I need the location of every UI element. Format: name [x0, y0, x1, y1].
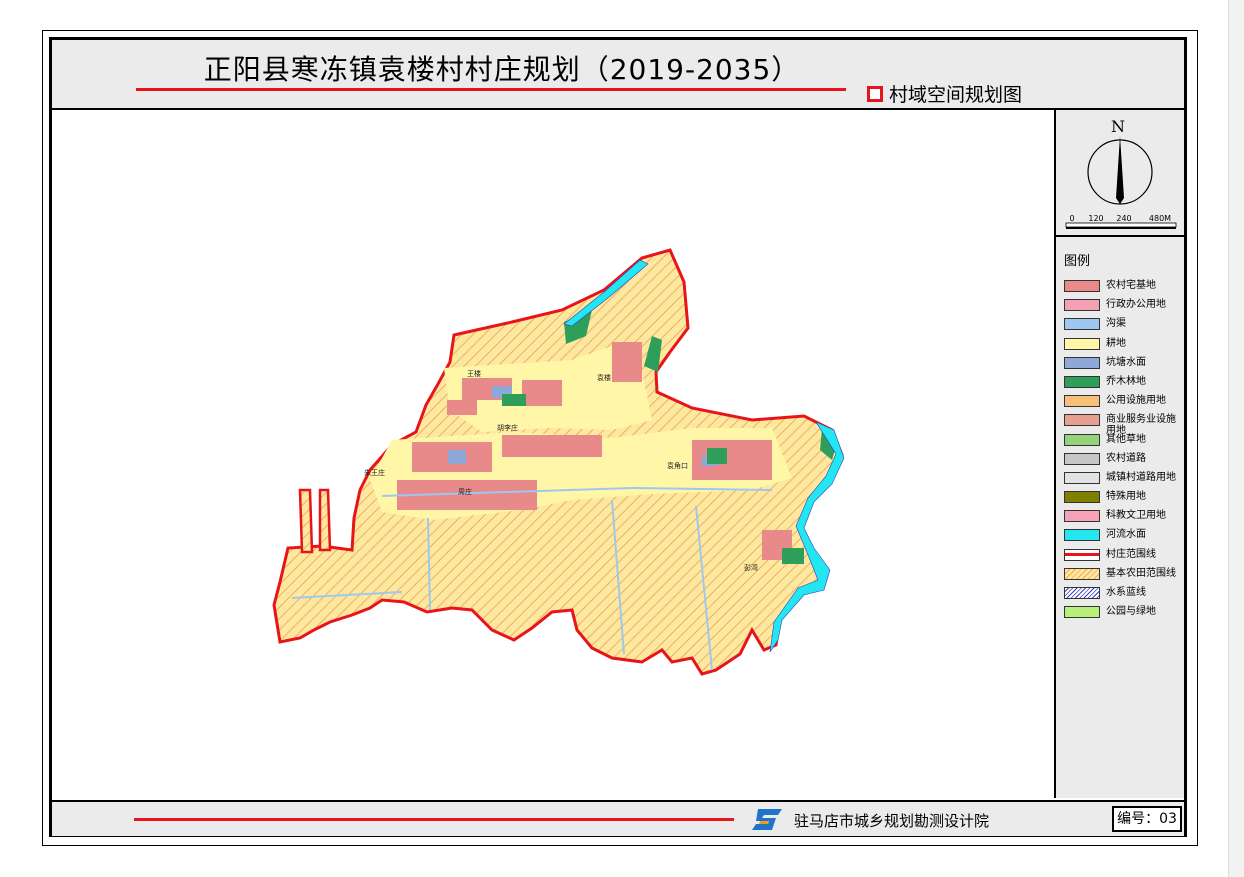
place-label-zhouzhuang: 周庄	[458, 487, 472, 496]
legend-label: 农村宅基地	[1106, 280, 1156, 291]
legend-item: 沟渠	[1062, 316, 1184, 335]
legend-item: 农村道路	[1062, 451, 1184, 470]
legend-label: 坑塘水面	[1106, 356, 1146, 368]
legend-item: 科教文卫用地	[1062, 508, 1184, 527]
footer-line	[134, 818, 734, 821]
map-subtitle: 村域空间规划图	[867, 80, 1022, 107]
map-canvas: 王楼 袁楼 胡李庄 朱王庄 周庄 袁角口 彭湾	[52, 110, 1054, 798]
legend-item: 乔木林地	[1062, 374, 1184, 393]
legend-swatch	[1064, 606, 1100, 619]
north-arrow-icon	[1116, 136, 1124, 204]
legend-swatch	[1064, 337, 1100, 350]
legend-item: 公园与绿地	[1062, 604, 1184, 623]
legend-item: 行政办公用地	[1062, 297, 1184, 316]
org-name: 驻马店市城乡规划勘测设计院	[794, 812, 990, 830]
legend-swatch	[1064, 548, 1100, 561]
north-label: N	[1111, 117, 1125, 136]
legend-item: 基本农田范围线	[1062, 566, 1184, 585]
sheet-number: 编号：03	[1112, 806, 1182, 832]
legend-swatch	[1064, 529, 1100, 542]
legend-item: 农村宅基地	[1062, 278, 1184, 297]
legend-label: 城镇村道路用地	[1106, 471, 1176, 483]
legend-item: 公用设施用地	[1062, 393, 1184, 412]
legend-swatch	[1064, 491, 1100, 504]
scale-bar-box	[1065, 222, 1177, 228]
legend-label: 沟渠	[1106, 318, 1126, 330]
compass-svg: N 0 120 240 480M	[1065, 117, 1177, 229]
scale-label-480: 480M	[1149, 214, 1171, 223]
legend-label: 公园与绿地	[1106, 606, 1156, 618]
west-strip-1	[298, 488, 314, 554]
org-logo-icon	[752, 809, 782, 830]
legend-swatch	[1064, 375, 1100, 388]
legend-label: 基本农田范围线	[1106, 567, 1176, 579]
legend-label: 耕地	[1106, 337, 1126, 349]
legend-item: 城镇村道路用地	[1062, 470, 1184, 489]
legend-swatch	[1064, 280, 1100, 292]
legend-label: 科教文卫用地	[1106, 510, 1166, 522]
legend-label: 农村道路	[1106, 452, 1146, 464]
legend-label: 村庄范围线	[1106, 548, 1156, 560]
legend-list: 农村宅基地行政办公用地 沟渠耕地坑塘水面乔木林地公用设施用地商业服务业设施用地 其他…	[1062, 278, 1184, 623]
legend-item: 耕地	[1062, 336, 1184, 355]
legend-label: 乔木林地	[1106, 375, 1146, 387]
village-map-svg: 王楼 袁楼 胡李庄 朱王庄 周庄 袁角口 彭湾	[272, 248, 845, 676]
legend-swatch	[1064, 318, 1100, 331]
legend-label: 水系蓝线	[1106, 587, 1146, 598]
side-panel: N 0 120 240 480M 图例 农村宅基地行政办公用地 沟渠耕地坑塘水面乔…	[1054, 110, 1184, 798]
map-header: 正阳县寒冻镇袁楼村村庄规划（2019-2035） 村域空间规划图	[52, 40, 1184, 110]
legend-item: 村庄范围线	[1062, 547, 1184, 566]
legend-swatch	[1064, 395, 1100, 408]
map-title: 正阳县寒冻镇袁楼村村庄规划（2019-2035）	[203, 53, 801, 86]
place-label-zhuwangzhuang: 朱王庄	[364, 468, 385, 477]
legend-swatch	[1064, 433, 1100, 446]
scale-label-240: 240	[1116, 214, 1131, 223]
legend-item: 坑塘水面	[1062, 355, 1184, 374]
place-label-yuanjiaokou: 袁角口	[667, 461, 688, 470]
legend-swatch	[1064, 471, 1100, 484]
legend-swatch	[1064, 299, 1100, 312]
legend-swatch	[1064, 567, 1100, 580]
legend-swatch	[1064, 414, 1100, 427]
legend-label: 公用设施用地	[1106, 395, 1166, 407]
scale-label-0: 0	[1069, 214, 1074, 223]
legend-swatch	[1064, 356, 1100, 369]
legend-item: 其他草地	[1062, 432, 1184, 451]
scale-label-120: 120	[1088, 214, 1103, 223]
subtitle-text: 村域空间规划图	[889, 84, 1023, 106]
place-label-pengwan: 彭湾	[744, 563, 758, 572]
map-footer: 驻马店市城乡规划勘测设计院 编号：03	[52, 800, 1184, 836]
legend-label: 行政办公用地	[1106, 299, 1166, 311]
legend-label: 其他草地	[1106, 433, 1146, 445]
scrollbar[interactable]	[1228, 0, 1244, 877]
title-underline	[136, 88, 846, 91]
legend-label: 特殊用地	[1106, 491, 1146, 503]
legend-swatch	[1064, 510, 1100, 523]
legend-swatch	[1064, 452, 1100, 465]
legend-item: 商业服务业设施用地	[1062, 412, 1184, 436]
legend-item: 水系蓝线	[1062, 585, 1184, 604]
legend-item: 特殊用地	[1062, 489, 1184, 508]
legend-swatch	[1064, 587, 1100, 599]
place-label-wanglou: 王楼	[467, 369, 481, 378]
subtitle-marker-icon	[867, 85, 883, 102]
north-arrow-panel: N 0 120 240 480M	[1056, 110, 1184, 237]
place-label-yuanlou: 袁楼	[597, 373, 611, 382]
place-label-hulizhuang: 胡李庄	[497, 423, 518, 432]
legend-title: 图例	[1064, 254, 1091, 269]
west-strip-2	[318, 488, 332, 552]
legend-label: 河流水面	[1106, 529, 1146, 541]
legend-item: 河流水面	[1062, 527, 1184, 546]
